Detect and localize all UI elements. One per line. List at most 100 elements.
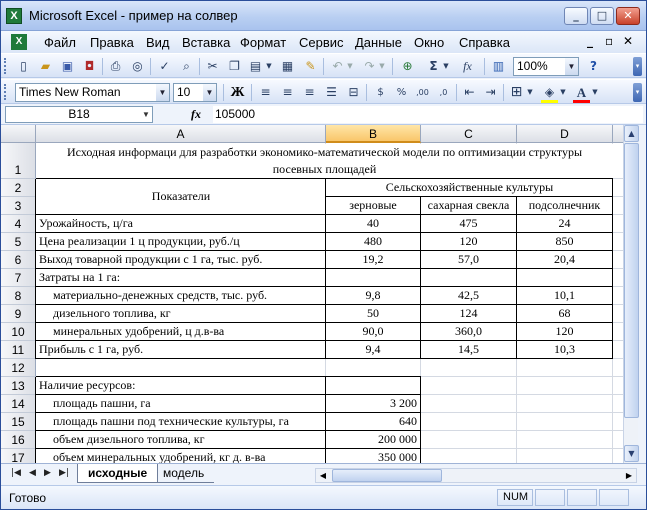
row-header[interactable]: 6 xyxy=(1,251,36,269)
merge-center-icon[interactable]: ⊟ xyxy=(345,84,362,101)
menu-insert[interactable]: Вставка xyxy=(182,35,230,50)
value-cell[interactable]: 20,4 xyxy=(517,251,612,268)
sheet-tab-model[interactable]: модель xyxy=(153,464,215,483)
select-all-corner[interactable] xyxy=(1,125,36,143)
font-name-dropdown-icon[interactable]: ▼ xyxy=(156,84,169,101)
menu-file[interactable]: Файл xyxy=(44,35,76,50)
row-label[interactable]: минеральных удобрений, ц д.в-ва xyxy=(36,323,325,340)
next-sheet-icon[interactable]: ▶ xyxy=(44,468,51,478)
row-header[interactable]: 9 xyxy=(1,305,36,323)
borders-dropdown-icon[interactable]: ▼ xyxy=(526,84,534,101)
justify-icon[interactable]: ☰ xyxy=(323,84,340,101)
column-header-b[interactable]: B xyxy=(326,125,421,143)
paste-icon[interactable]: ▤ xyxy=(247,58,264,75)
scroll-down-icon[interactable]: ▼ xyxy=(624,445,639,462)
doc-restore-button[interactable]: ▫ xyxy=(605,34,613,48)
align-right-icon[interactable]: ≡ xyxy=(301,84,318,101)
row-label[interactable]: Наличие ресурсов: xyxy=(36,377,325,394)
title-cell-line1[interactable]: Исходная информаци для разработки эконом… xyxy=(36,144,613,161)
font-color-icon[interactable]: A xyxy=(573,84,590,101)
document-icon[interactable]: X xyxy=(11,34,27,50)
prev-sheet-icon[interactable]: ◀ xyxy=(29,468,36,478)
sheet-tab-active[interactable]: исходные xyxy=(77,464,159,483)
row-header[interactable]: 8 xyxy=(1,287,36,305)
fill-color-icon[interactable]: ◈ xyxy=(541,84,558,101)
value-cell[interactable]: 50 xyxy=(326,305,420,322)
last-sheet-icon[interactable]: ▶| xyxy=(59,468,69,478)
title-bar[interactable]: X Microsoft Excel - пример на солвер _ □… xyxy=(1,1,646,31)
column-header-blank[interactable] xyxy=(613,125,623,143)
row-label[interactable]: объем минеральных удобрений, кг д. в-ва xyxy=(36,449,325,463)
undo-icon[interactable]: ↶ xyxy=(329,58,346,75)
save-icon[interactable]: ▣ xyxy=(59,58,76,75)
value-cell[interactable]: 9,8 xyxy=(326,287,420,304)
minimize-button[interactable]: _ xyxy=(564,7,588,25)
value-cell[interactable]: 14,5 xyxy=(421,341,516,358)
format-painter-icon[interactable]: ✎ xyxy=(302,58,319,75)
column-header-c[interactable]: C xyxy=(421,125,517,143)
value-cell[interactable]: 360,0 xyxy=(421,323,516,340)
scroll-right-icon[interactable]: ▶ xyxy=(622,469,636,482)
menu-edit[interactable]: Правка xyxy=(90,35,134,50)
print-icon[interactable]: ⎙ xyxy=(107,58,124,75)
new-icon[interactable]: ▯ xyxy=(15,58,32,75)
column-header-d[interactable]: D xyxy=(517,125,613,143)
value-cell[interactable]: 24 xyxy=(517,215,612,232)
increase-indent-icon[interactable]: ⇥ xyxy=(482,84,499,101)
cut-icon[interactable]: ✂ xyxy=(204,58,221,75)
insert-function-button[interactable]: fx xyxy=(191,107,201,122)
value-cell[interactable]: 124 xyxy=(421,305,516,322)
redo-icon[interactable]: ↷ xyxy=(361,58,378,75)
crop-header[interactable]: подсолнечник xyxy=(517,197,612,214)
insert-function-icon[interactable]: fx xyxy=(459,58,476,75)
title-cell-line2[interactable]: посевных площадей xyxy=(36,161,613,178)
value-cell[interactable]: 10,3 xyxy=(517,341,612,358)
font-size-combo[interactable]: 10 ▼ xyxy=(173,83,217,102)
close-button[interactable]: ✕ xyxy=(616,7,640,25)
toolbar-options-icon[interactable]: ▾ xyxy=(633,57,642,76)
row-header[interactable]: 11 xyxy=(1,341,36,359)
menu-help[interactable]: Справка xyxy=(459,35,510,50)
row-header[interactable]: 16 xyxy=(1,431,36,449)
row-label[interactable]: площадь пашни под технические культуры, … xyxy=(36,413,325,430)
first-sheet-icon[interactable]: |◀ xyxy=(11,468,21,478)
row-header[interactable]: 17 xyxy=(1,449,36,463)
menu-window[interactable]: Окно xyxy=(414,35,444,50)
crop-header[interactable]: сахарная свекла xyxy=(421,197,516,214)
row-label[interactable]: Урожайность, ц/га xyxy=(36,215,325,232)
undo-dropdown-icon[interactable]: ▼ xyxy=(346,58,354,75)
resource-value-cell[interactable]: 350 000 xyxy=(326,449,420,463)
formula-input[interactable]: 105000 xyxy=(213,106,643,123)
font-name-combo[interactable]: Times New Roman ▼ xyxy=(15,83,170,102)
row-header[interactable]: 4 xyxy=(1,215,36,233)
value-cell[interactable]: 10,1 xyxy=(517,287,612,304)
excel-app-icon[interactable]: X xyxy=(6,8,22,24)
row-header[interactable]: 5 xyxy=(1,233,36,251)
toolbar-options-icon[interactable]: ▾ xyxy=(633,83,642,102)
value-cell[interactable]: 90,0 xyxy=(326,323,420,340)
name-box[interactable]: B18 ▼ xyxy=(5,106,153,123)
value-cell[interactable]: 475 xyxy=(421,215,516,232)
value-cell[interactable]: 68 xyxy=(517,305,612,322)
menu-data[interactable]: Данные xyxy=(355,35,402,50)
toolbar-grip[interactable] xyxy=(4,84,8,100)
header-indicators[interactable]: Показатели xyxy=(36,179,326,214)
zoom-combo[interactable]: 100% ▼ xyxy=(513,57,579,76)
increase-decimal-icon[interactable]: ,00 xyxy=(414,84,431,101)
row-label[interactable]: материально-денежных средств, тыс. руб. xyxy=(36,287,325,304)
vertical-scroll-thumb[interactable] xyxy=(624,143,639,418)
menu-view[interactable]: Вид xyxy=(146,35,170,50)
row-header[interactable]: 1 xyxy=(1,143,36,179)
name-box-dropdown-icon[interactable]: ▼ xyxy=(140,107,152,122)
doc-close-button[interactable]: ✕ xyxy=(623,34,633,48)
row-header[interactable]: 3 xyxy=(1,197,36,215)
horizontal-scrollbar[interactable]: ◀ ▶ xyxy=(315,468,637,483)
permission-icon[interactable]: ◘ xyxy=(81,58,98,75)
row-header[interactable]: 15 xyxy=(1,413,36,431)
restore-button[interactable]: □ xyxy=(590,7,614,25)
resource-value-cell[interactable]: 200 000 xyxy=(326,431,420,448)
align-left-icon[interactable]: ≡ xyxy=(257,84,274,101)
doc-minimize-button[interactable]: _ xyxy=(587,34,593,48)
copy-icon[interactable]: ❐ xyxy=(226,58,243,75)
row-label[interactable]: Выход товарной продукции с 1 га, тыс. ру… xyxy=(36,251,325,268)
